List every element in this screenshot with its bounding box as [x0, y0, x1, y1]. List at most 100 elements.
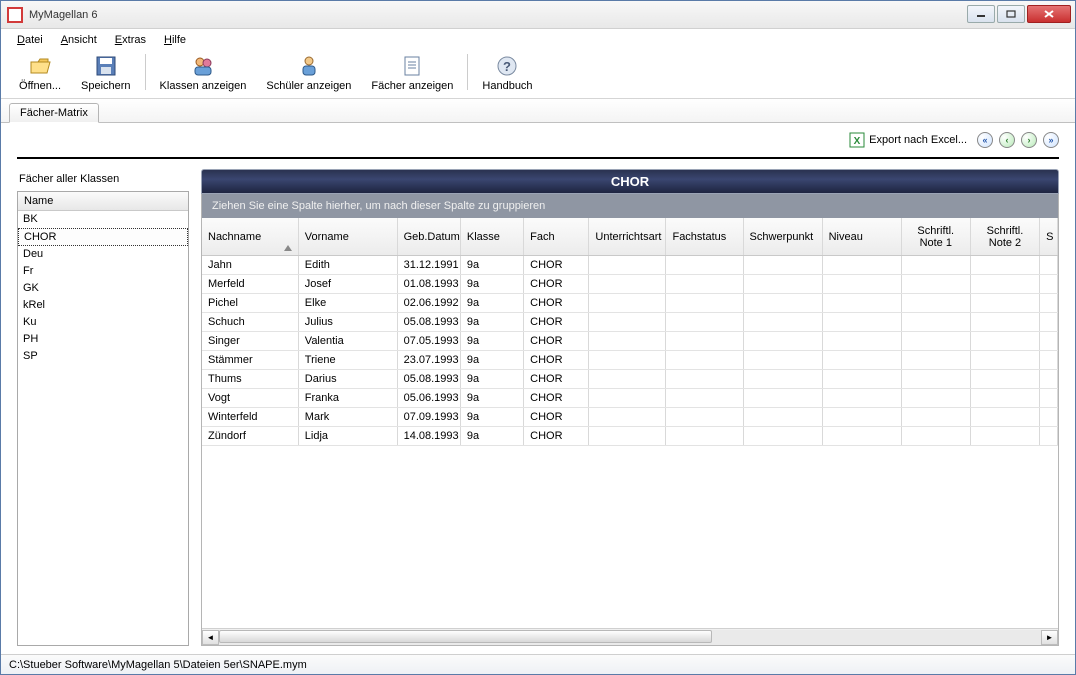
cell-nachname[interactable]: Vogt: [202, 389, 299, 407]
cell-s[interactable]: [1040, 294, 1058, 312]
cell-nachname[interactable]: Singer: [202, 332, 299, 350]
cell-fachstatus[interactable]: [666, 408, 743, 426]
cell-nachname[interactable]: Winterfeld: [202, 408, 299, 426]
cell-gebdatum[interactable]: 07.05.1993: [398, 332, 461, 350]
col-s[interactable]: S: [1040, 218, 1058, 255]
nav-first-button[interactable]: «: [977, 132, 993, 148]
maximize-button[interactable]: [997, 5, 1025, 23]
scroll-left-icon[interactable]: ◄: [202, 630, 219, 645]
cell-unterrichtsart[interactable]: [589, 332, 666, 350]
cell-schwerpunkt[interactable]: [744, 256, 823, 274]
col-note2[interactable]: Schriftl. Note 2: [971, 218, 1040, 255]
subject-row[interactable]: CHOR: [18, 228, 188, 246]
cell-note1[interactable]: [902, 351, 971, 369]
scroll-right-icon[interactable]: ►: [1041, 630, 1058, 645]
cell-fach[interactable]: CHOR: [524, 275, 589, 293]
nav-prev-button[interactable]: ‹: [999, 132, 1015, 148]
cell-note2[interactable]: [971, 332, 1040, 350]
cell-vorname[interactable]: Josef: [299, 275, 398, 293]
horizontal-scrollbar[interactable]: ◄ ►: [202, 628, 1058, 645]
cell-klasse[interactable]: 9a: [461, 275, 524, 293]
cell-niveau[interactable]: [823, 370, 902, 388]
cell-nachname[interactable]: Thums: [202, 370, 299, 388]
subject-row[interactable]: kRel: [18, 297, 188, 314]
cell-note2[interactable]: [971, 256, 1040, 274]
cell-unterrichtsart[interactable]: [589, 427, 666, 445]
group-by-hint[interactable]: Ziehen Sie eine Spalte hierher, um nach …: [201, 194, 1059, 218]
col-klasse[interactable]: Klasse: [461, 218, 524, 255]
menu-hilfe[interactable]: Hilfe: [158, 32, 192, 48]
cell-vorname[interactable]: Darius: [299, 370, 398, 388]
cell-nachname[interactable]: Jahn: [202, 256, 299, 274]
menu-datei[interactable]: Datei: [11, 32, 49, 48]
menu-ansicht[interactable]: Ansicht: [55, 32, 103, 48]
cell-klasse[interactable]: 9a: [461, 332, 524, 350]
menu-extras[interactable]: Extras: [109, 32, 152, 48]
col-vorname[interactable]: Vorname: [299, 218, 398, 255]
cell-niveau[interactable]: [823, 332, 902, 350]
cell-note2[interactable]: [971, 275, 1040, 293]
cell-vorname[interactable]: Elke: [299, 294, 398, 312]
cell-klasse[interactable]: 9a: [461, 313, 524, 331]
cell-fachstatus[interactable]: [666, 370, 743, 388]
cell-s[interactable]: [1040, 427, 1058, 445]
cell-fachstatus[interactable]: [666, 427, 743, 445]
cell-schwerpunkt[interactable]: [744, 370, 823, 388]
cell-s[interactable]: [1040, 408, 1058, 426]
cell-s[interactable]: [1040, 275, 1058, 293]
cell-nachname[interactable]: Schuch: [202, 313, 299, 331]
cell-fach[interactable]: CHOR: [524, 370, 589, 388]
cell-fachstatus[interactable]: [666, 389, 743, 407]
cell-vorname[interactable]: Mark: [299, 408, 398, 426]
close-button[interactable]: [1027, 5, 1071, 23]
table-row[interactable]: SingerValentia07.05.19939aCHOR: [202, 332, 1058, 351]
cell-vorname[interactable]: Triene: [299, 351, 398, 369]
cell-note1[interactable]: [902, 256, 971, 274]
cell-s[interactable]: [1040, 370, 1058, 388]
subject-row[interactable]: SP: [18, 348, 188, 365]
cell-klasse[interactable]: 9a: [461, 389, 524, 407]
cell-schwerpunkt[interactable]: [744, 294, 823, 312]
cell-unterrichtsart[interactable]: [589, 351, 666, 369]
subject-row[interactable]: Deu: [18, 246, 188, 263]
cell-note2[interactable]: [971, 294, 1040, 312]
show-classes-button[interactable]: Klassen anzeigen: [150, 50, 257, 94]
cell-vorname[interactable]: Franka: [299, 389, 398, 407]
cell-vorname[interactable]: Julius: [299, 313, 398, 331]
table-row[interactable]: SchuchJulius05.08.19939aCHOR: [202, 313, 1058, 332]
table-row[interactable]: ZündorfLidja14.08.19939aCHOR: [202, 427, 1058, 446]
cell-fach[interactable]: CHOR: [524, 256, 589, 274]
cell-niveau[interactable]: [823, 313, 902, 331]
cell-note2[interactable]: [971, 370, 1040, 388]
table-row[interactable]: VogtFranka05.06.19939aCHOR: [202, 389, 1058, 408]
cell-gebdatum[interactable]: 05.08.1993: [398, 370, 461, 388]
cell-fachstatus[interactable]: [666, 351, 743, 369]
cell-fachstatus[interactable]: [666, 256, 743, 274]
cell-niveau[interactable]: [823, 275, 902, 293]
minimize-button[interactable]: [967, 5, 995, 23]
cell-nachname[interactable]: Merfeld: [202, 275, 299, 293]
cell-unterrichtsart[interactable]: [589, 256, 666, 274]
cell-klasse[interactable]: 9a: [461, 294, 524, 312]
cell-unterrichtsart[interactable]: [589, 389, 666, 407]
cell-schwerpunkt[interactable]: [744, 275, 823, 293]
table-row[interactable]: WinterfeldMark07.09.19939aCHOR: [202, 408, 1058, 427]
cell-schwerpunkt[interactable]: [744, 408, 823, 426]
col-schwerpunkt[interactable]: Schwerpunkt: [744, 218, 823, 255]
cell-s[interactable]: [1040, 389, 1058, 407]
cell-fach[interactable]: CHOR: [524, 351, 589, 369]
cell-gebdatum[interactable]: 05.08.1993: [398, 313, 461, 331]
nav-next-button[interactable]: ›: [1021, 132, 1037, 148]
show-subjects-button[interactable]: Fächer anzeigen: [361, 50, 463, 94]
cell-note1[interactable]: [902, 389, 971, 407]
scroll-thumb[interactable]: [219, 630, 712, 643]
col-niveau[interactable]: Niveau: [823, 218, 902, 255]
cell-fach[interactable]: CHOR: [524, 389, 589, 407]
cell-fach[interactable]: CHOR: [524, 313, 589, 331]
cell-note2[interactable]: [971, 313, 1040, 331]
cell-fach[interactable]: CHOR: [524, 408, 589, 426]
cell-gebdatum[interactable]: 31.12.1991: [398, 256, 461, 274]
cell-niveau[interactable]: [823, 256, 902, 274]
cell-note1[interactable]: [902, 332, 971, 350]
cell-klasse[interactable]: 9a: [461, 427, 524, 445]
